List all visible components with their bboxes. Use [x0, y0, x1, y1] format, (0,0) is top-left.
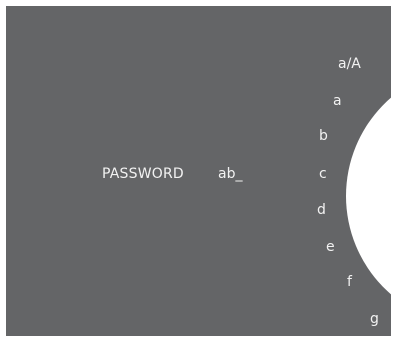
password-entry-panel: PASSWORD ab_ a/A a b c d e f g [6, 6, 391, 336]
char-option-b[interactable]: b [319, 128, 328, 144]
char-option-c[interactable]: c [319, 166, 327, 182]
screen: PASSWORD ab_ a/A a b c d e f g [0, 0, 393, 339]
char-option-g[interactable]: g [370, 311, 379, 327]
password-label: PASSWORD [102, 166, 184, 182]
case-toggle-option[interactable]: a/A [338, 56, 361, 72]
char-option-e[interactable]: e [326, 239, 335, 255]
char-option-d[interactable]: d [317, 202, 326, 218]
char-option-f[interactable]: f [347, 274, 352, 290]
password-input[interactable]: ab_ [218, 166, 242, 182]
character-wheel[interactable] [346, 66, 391, 326]
char-option-a[interactable]: a [333, 93, 342, 109]
